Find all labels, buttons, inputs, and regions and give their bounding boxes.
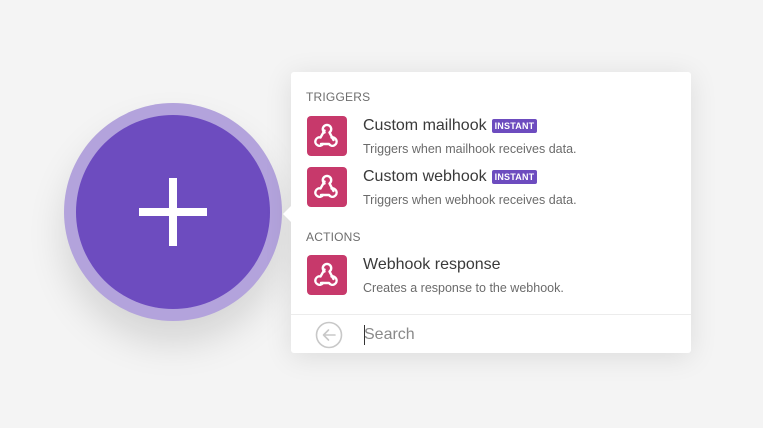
- search-footer: [291, 314, 691, 354]
- item-title: Custom webhook: [363, 168, 487, 185]
- item-title: Custom mailhook: [363, 117, 487, 134]
- webhook-icon: [307, 167, 347, 207]
- section-header-triggers: TRIGGERS: [306, 90, 371, 104]
- item-description: Creates a response to the webhook.: [363, 281, 564, 295]
- add-module-ring: [64, 103, 282, 321]
- instant-badge: INSTANT: [491, 170, 538, 184]
- item-title-row: Webhook response: [363, 255, 501, 275]
- menu-item-custom-webhook[interactable]: Custom webhook INSTANT Triggers when web…: [291, 167, 691, 213]
- panel-pointer: [283, 206, 291, 222]
- item-title: Webhook response: [363, 256, 501, 273]
- item-title-row: Custom mailhook INSTANT: [363, 116, 538, 136]
- item-description: Triggers when webhook receives data.: [363, 193, 577, 207]
- text-caret: [364, 325, 365, 345]
- menu-item-custom-mailhook[interactable]: Custom mailhook INSTANT Triggers when ma…: [291, 116, 691, 162]
- instant-badge: INSTANT: [491, 119, 538, 133]
- plus-icon: [139, 178, 207, 246]
- back-button[interactable]: [315, 321, 343, 349]
- scenario-canvas: TRIGGERS Custom mailhook INSTANT Trigger…: [0, 0, 763, 428]
- webhook-icon: [307, 255, 347, 295]
- menu-item-webhook-response[interactable]: Webhook response Creates a response to t…: [291, 255, 691, 301]
- section-header-actions: ACTIONS: [306, 230, 361, 244]
- module-picker-panel: TRIGGERS Custom mailhook INSTANT Trigger…: [283, 72, 691, 354]
- arrow-left-circle-icon: [315, 321, 343, 349]
- item-description: Triggers when mailhook receives data.: [363, 142, 577, 156]
- add-module-button[interactable]: [76, 115, 270, 309]
- search-input[interactable]: [364, 323, 674, 347]
- item-title-row: Custom webhook INSTANT: [363, 167, 538, 187]
- webhook-icon: [307, 116, 347, 156]
